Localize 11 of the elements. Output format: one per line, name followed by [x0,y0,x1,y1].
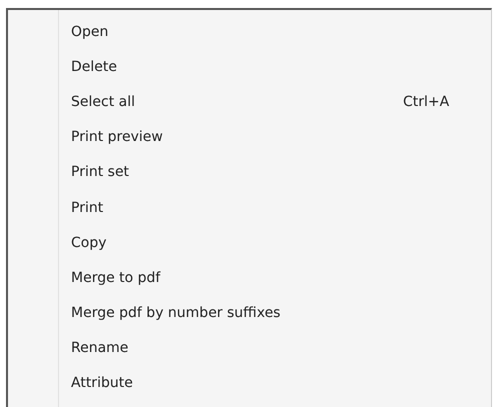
menu-item[interactable]: Delete [59,49,491,84]
menu-item[interactable]: Select all Ctrl+A [59,84,491,120]
menu-item[interactable]: Copy [59,225,491,260]
menu-item[interactable]: Print [59,190,491,226]
menu-item[interactable]: Merge to pdf [59,260,491,296]
menu-item[interactable]: Attribute [59,366,491,402]
menu-item[interactable]: Merge pdf by number suffixes [59,296,491,331]
menu-item[interactable]: Open [59,14,491,50]
menu-item[interactable]: Rename [59,330,491,366]
menu-item[interactable]: Print set [59,154,491,190]
menu-item[interactable]: Print preview [59,120,491,155]
